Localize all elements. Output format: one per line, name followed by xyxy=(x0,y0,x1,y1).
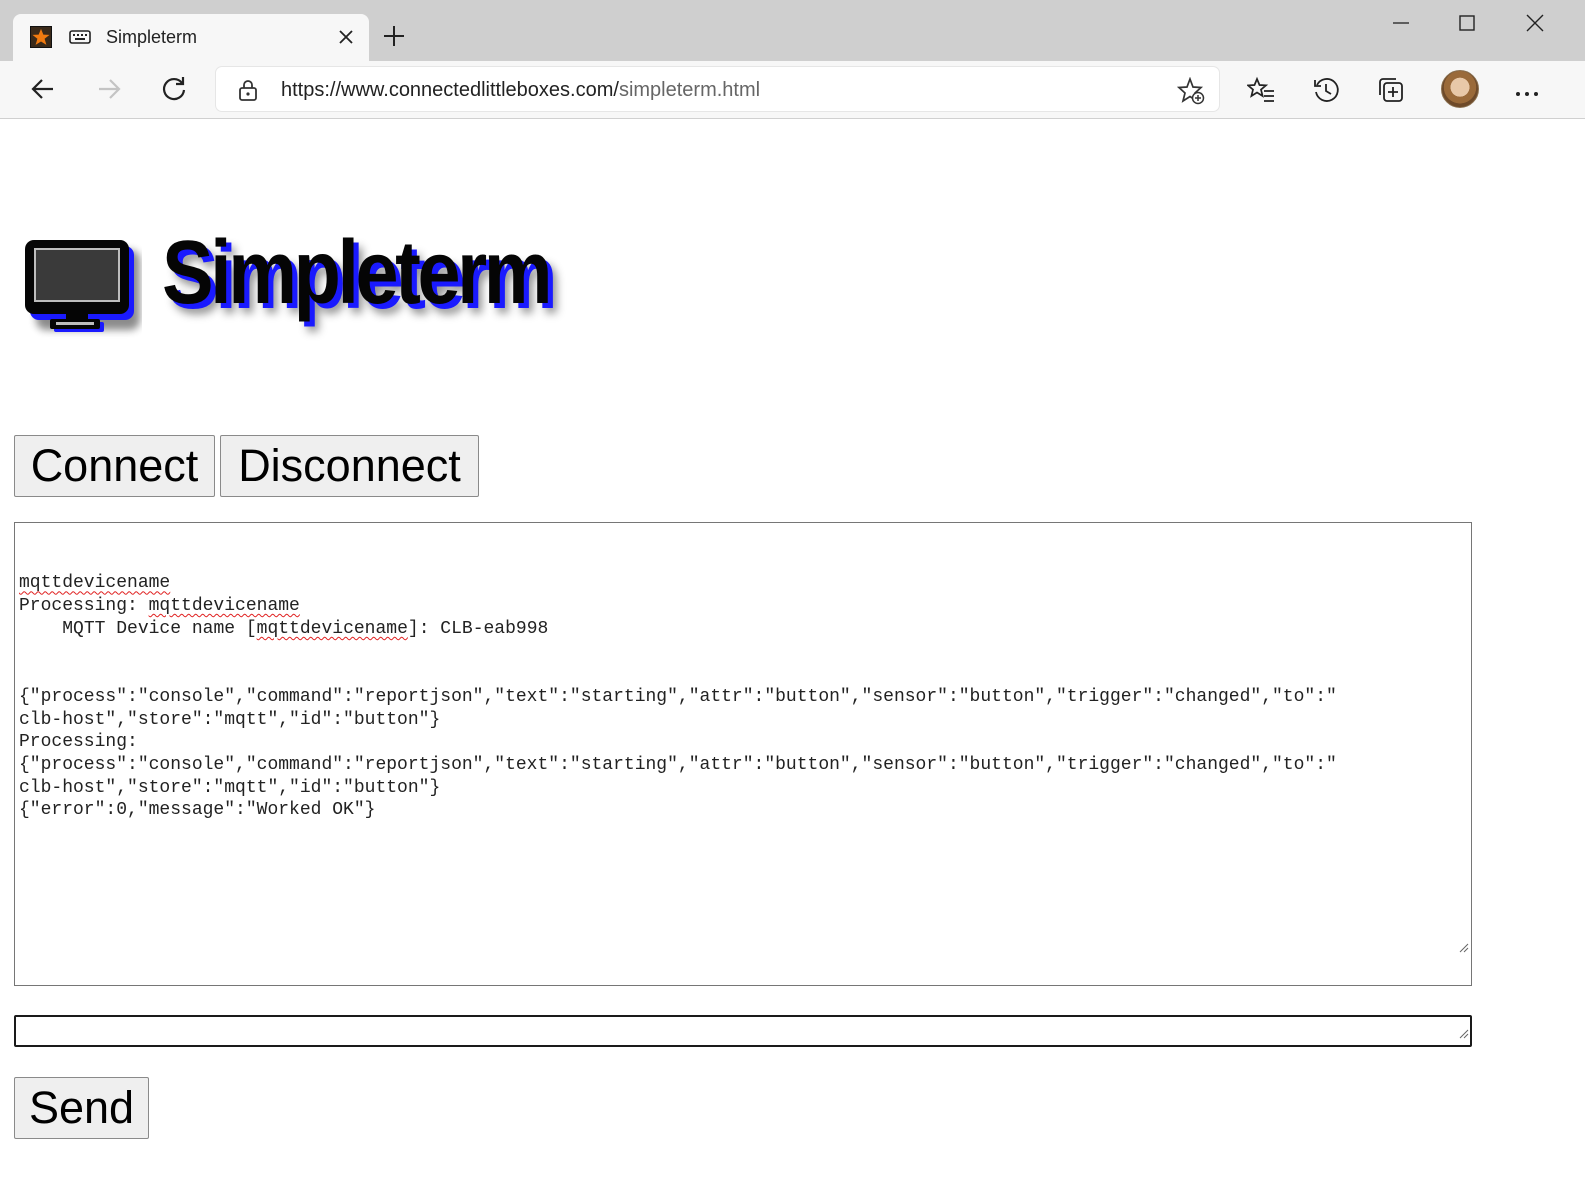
console-line: MQTT Device name [mqttdevicename]: CLB-e… xyxy=(19,618,1471,641)
console-line: clb-host","store":"mqtt","id":"button"} xyxy=(19,709,1471,732)
console-text: {"process":"console","command":"reportjs… xyxy=(19,755,1337,775)
resize-grip-icon[interactable] xyxy=(1414,915,1469,983)
console-misspelled-word: mqttdevicename xyxy=(256,618,408,639)
url-text[interactable]: https://www.connectedlittleboxes.com/sim… xyxy=(281,79,760,102)
console-text: Processing: xyxy=(19,732,138,753)
connect-button[interactable]: Connect xyxy=(14,435,215,497)
console-line: {"error":0,"message":"Worked OK"} xyxy=(19,799,1471,822)
console-lines: mqttdevicename Processing: mqttdevicename… xyxy=(19,572,1471,822)
console-output[interactable]: mqttdevicename Processing: mqttdevicename… xyxy=(14,522,1472,986)
maximize-icon[interactable] xyxy=(1458,14,1476,37)
tab-title: Simpleterm xyxy=(106,27,198,47)
refresh-icon[interactable] xyxy=(160,75,188,108)
collections-icon[interactable] xyxy=(1377,76,1405,109)
browser-titlebar: Simpleterm xyxy=(0,0,1585,61)
console-text: ]: CLB-eab998 xyxy=(407,618,549,639)
history-icon[interactable] xyxy=(1312,76,1340,109)
monitor-icon xyxy=(25,240,140,332)
more-options-icon[interactable] xyxy=(1515,85,1539,103)
console-text: {"process":"console","command":"reportjs… xyxy=(19,686,1337,707)
minimize-icon[interactable] xyxy=(1392,14,1410,37)
new-tab-icon[interactable] xyxy=(382,24,406,53)
address-bar[interactable]: https://www.connectedlittleboxes.com/sim… xyxy=(216,67,1219,111)
url-path: simpleterm.html xyxy=(618,79,761,101)
browser-toolbar: https://www.connectedlittleboxes.com/sim… xyxy=(0,61,1585,119)
logo-title: Simpleterm xyxy=(162,223,553,323)
profile-avatar[interactable] xyxy=(1441,70,1479,108)
close-window-icon[interactable] xyxy=(1525,13,1545,38)
console-misspelled-word: mqttdevicename xyxy=(19,573,171,594)
console-line: mqttdevicename xyxy=(19,572,1471,595)
console-text: clb-host","store":"mqtt","id":"button"} xyxy=(19,777,441,798)
console-line: {"process":"console","command":"reportjs… xyxy=(19,686,1471,709)
console-line: Processing: xyxy=(19,731,1471,754)
command-input[interactable] xyxy=(14,1015,1472,1047)
favorites-icon[interactable] xyxy=(1245,76,1275,109)
console-text: clb-host","store":"mqtt","id":"button"} xyxy=(19,709,441,730)
send-button[interactable]: Send xyxy=(14,1077,149,1139)
browser-tab[interactable]: Simpleterm xyxy=(13,14,369,61)
console-text: {"error":0,"message":"Worked OK"} xyxy=(19,800,376,821)
star-favicon-icon xyxy=(30,26,52,48)
lock-icon[interactable] xyxy=(238,78,258,107)
back-arrow-icon[interactable] xyxy=(29,75,57,108)
console-misspelled-word: mqttdevicename xyxy=(148,596,300,617)
console-line: Processing: mqttdevicename xyxy=(19,595,1471,618)
console-line: {"process":"console","command":"reportjs… xyxy=(19,754,1471,777)
close-tab-icon[interactable] xyxy=(337,28,355,51)
disconnect-button[interactable]: Disconnect xyxy=(220,435,479,497)
url-host: https://www.connectedlittleboxes.com/ xyxy=(281,79,619,101)
console-text: MQTT Device name [ xyxy=(19,618,257,639)
console-line: clb-host","store":"mqtt","id":"button"} xyxy=(19,777,1471,800)
console-text: Processing: xyxy=(19,596,149,617)
simpleterm-logo: Simpleterm xyxy=(22,222,642,352)
add-favorite-star-icon[interactable] xyxy=(1176,76,1205,110)
keyboard-icon xyxy=(69,30,91,49)
resize-grip-icon[interactable] xyxy=(1457,1026,1469,1044)
forward-arrow-icon[interactable] xyxy=(95,75,123,108)
